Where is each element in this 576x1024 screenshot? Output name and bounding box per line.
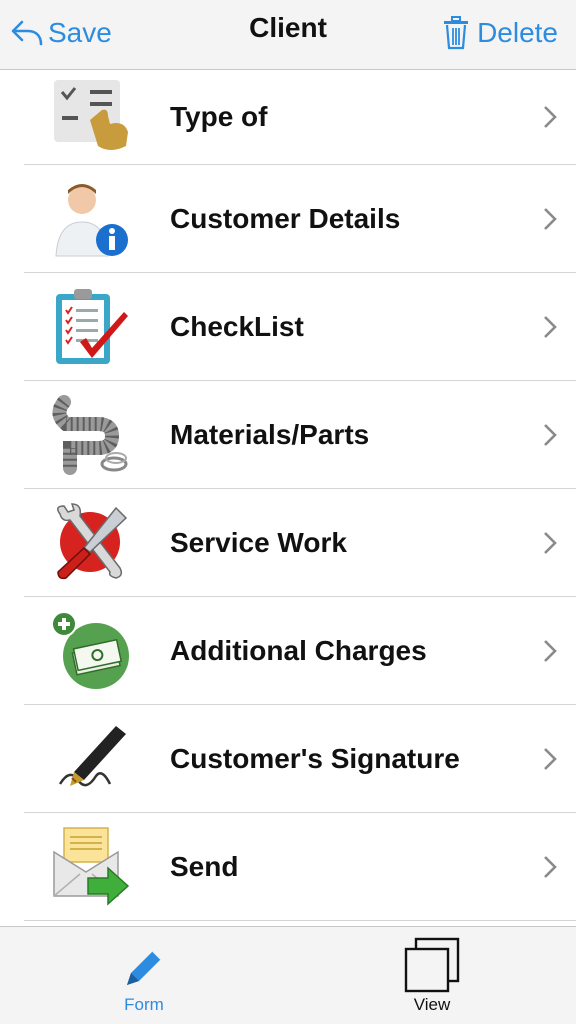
list-item-customer-signature[interactable]: Customer's Signature [24, 705, 576, 813]
chevron-right-icon [544, 747, 557, 770]
pen-signature-icon [58, 725, 126, 786]
list-item-customer-details[interactable]: Customer Details [24, 165, 576, 273]
list-item-send[interactable]: Send [24, 813, 576, 921]
copy-pages-icon [404, 937, 460, 993]
user-info-icon [55, 183, 128, 256]
chevron-right-icon [544, 639, 557, 662]
list-item-label: CheckList [170, 310, 304, 342]
list-item-label: Customer Details [170, 202, 401, 234]
tab-form[interactable]: Form [74, 927, 214, 1024]
delete-button[interactable]: Delete [443, 10, 558, 56]
screen: Save Client Delete Type of Customer Deta… [0, 0, 576, 1024]
trash-icon [444, 16, 469, 50]
money-add-icon [51, 610, 129, 689]
list-item-label: Send [170, 850, 239, 882]
list-item-label: Service Work [170, 526, 347, 558]
list-item-materials-parts[interactable]: Materials/Parts [24, 381, 576, 489]
delete-label: Delete [477, 17, 558, 48]
chevron-right-icon [544, 855, 557, 878]
list-item-type-of[interactable]: Type of [24, 70, 576, 165]
list-item-label: Additional Charges [170, 634, 427, 666]
tab-view[interactable]: View [362, 927, 502, 1024]
tab-form-label: Form [124, 995, 164, 1014]
tab-view-label: View [413, 995, 451, 1014]
navigation-bar: Save Client Delete [0, 0, 576, 70]
envelope-send-icon [53, 826, 130, 906]
checklist-hand-icon [54, 80, 128, 150]
list-item-label: Customer's Signature [170, 742, 460, 774]
wrench-screwdriver-icon [57, 502, 128, 579]
chevron-right-icon [544, 106, 557, 128]
menu-list: Type of Customer Details CheckList Mater… [0, 70, 576, 921]
pipe-parts-icon [52, 394, 128, 475]
list-item-service-work[interactable]: Service Work [24, 489, 576, 597]
chevron-right-icon [544, 423, 557, 446]
list-item-checklist[interactable]: CheckList [24, 273, 576, 381]
chevron-right-icon [544, 315, 557, 338]
list-item-label: Type of [170, 101, 268, 132]
chevron-right-icon [544, 531, 557, 554]
clipboard-check-icon [56, 288, 128, 364]
chevron-right-icon [544, 207, 557, 230]
list-item-additional-charges[interactable]: Additional Charges [24, 597, 576, 705]
pencil-icon [127, 950, 162, 985]
list-item-label: Materials/Parts [170, 418, 370, 450]
tab-bar: Form View [0, 926, 576, 1024]
